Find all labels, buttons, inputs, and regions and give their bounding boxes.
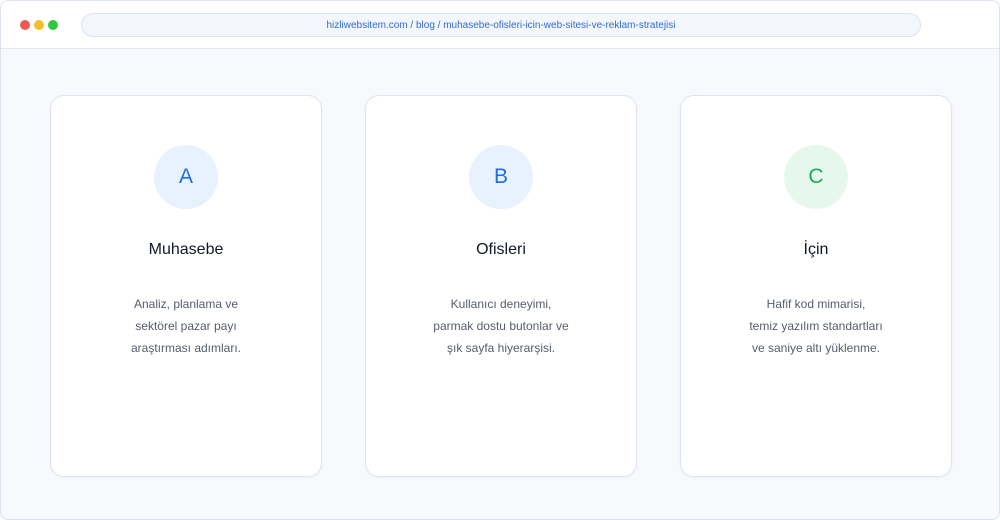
- letter-badge-b: B: [469, 145, 533, 209]
- card-description-line: temiz yazılım standartları: [749, 319, 883, 333]
- badge-letter: A: [178, 165, 193, 188]
- card-title: İçin: [803, 241, 829, 258]
- address-bar[interactable]: hizliwebsitem.com / blog / muhasebe-ofis…: [81, 13, 921, 37]
- address-bar-url: hizliwebsitem.com / blog / muhasebe-ofis…: [326, 19, 676, 31]
- letter-badge-c: C: [784, 145, 848, 209]
- card-description: Hafif kod mimarisi, temiz yazılım standa…: [711, 293, 921, 359]
- badge-letter: B: [493, 165, 508, 188]
- card-description-line: Analiz, planlama ve: [133, 297, 239, 311]
- maximize-window-dot[interactable]: [48, 20, 58, 30]
- browser-titlebar: hizliwebsitem.com / blog / muhasebe-ofis…: [1, 1, 999, 49]
- card-description: Kullanıcı deneyimi, parmak dostu butonla…: [396, 293, 606, 359]
- feature-card-a: A Muhasebe Analiz, planlama ve sektörel …: [50, 95, 322, 477]
- letter-badge-a: A: [154, 145, 218, 209]
- card-description: Analiz, planlama ve sektörel pazar payı …: [81, 293, 291, 359]
- card-description-line: araştırması adımları.: [130, 341, 242, 355]
- card-description-line: parmak dostu butonlar ve: [433, 319, 569, 333]
- card-description-line: Kullanıcı deneyimi,: [450, 297, 552, 311]
- feature-card-b: B Ofisleri Kullanıcı deneyimi, parmak do…: [365, 95, 637, 477]
- card-description-line: sektörel pazar payı: [135, 319, 237, 333]
- badge-letter: C: [808, 165, 824, 188]
- close-window-dot[interactable]: [20, 20, 30, 30]
- card-description-line: Hafif kod mimarisi,: [766, 297, 866, 311]
- feature-card-c: C İçin Hafif kod mimarisi, temiz yazılım…: [680, 95, 952, 477]
- card-description-line: ve saniye altı yüklenme.: [751, 341, 881, 355]
- card-description-line: şık sayfa hiyerarşisi.: [446, 341, 556, 355]
- browser-window: hizliwebsitem.com / blog / muhasebe-ofis…: [0, 0, 1000, 520]
- card-title: Muhasebe: [148, 241, 224, 258]
- minimize-window-dot[interactable]: [34, 20, 44, 30]
- card-title: Ofisleri: [476, 241, 526, 258]
